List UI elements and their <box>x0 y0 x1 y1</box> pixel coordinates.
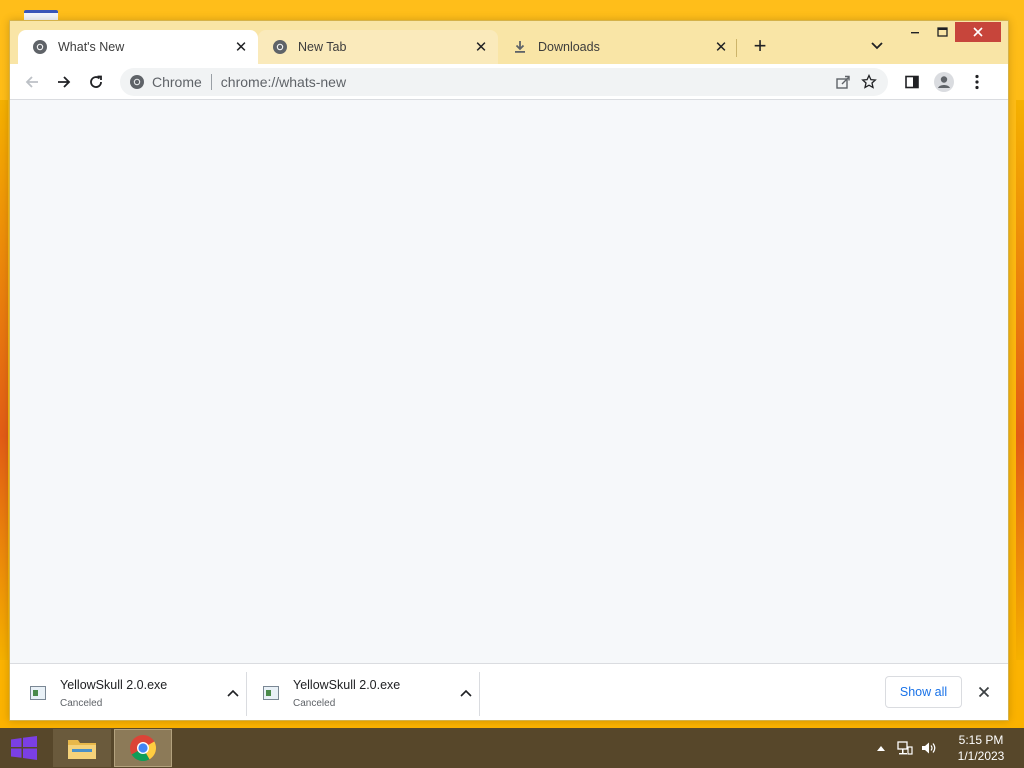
tab-strip: What's New ✕ New Tab ✕ Downloads ✕ + <box>10 21 1008 64</box>
system-clock[interactable]: 5:15 PM 1/1/2023 <box>950 732 1012 766</box>
omnibox-divider <box>210 74 212 90</box>
desktop-edge-right <box>1016 100 1024 660</box>
tab-search-chevron-icon[interactable] <box>868 37 886 55</box>
address-bar[interactable]: Chrome chrome://whats-new <box>120 68 888 96</box>
tab-downloads[interactable]: Downloads ✕ <box>498 30 738 64</box>
browser-toolbar: Chrome chrome://whats-new <box>10 64 1008 100</box>
chevron-up-icon[interactable] <box>455 682 477 704</box>
chrome-taskbar-button[interactable] <box>114 729 172 767</box>
taskbar: 5:15 PM 1/1/2023 <box>0 728 1024 768</box>
minimize-button[interactable] <box>901 22 929 42</box>
exe-file-icon <box>263 686 279 700</box>
tab-whats-new[interactable]: What's New ✕ <box>18 30 258 64</box>
close-tab-icon[interactable]: ✕ <box>712 38 730 56</box>
download-filename: YellowSkull 2.0.exe <box>293 677 401 692</box>
windows-start-icon[interactable] <box>0 728 48 768</box>
reload-button[interactable] <box>83 69 109 95</box>
tab-title: New Tab <box>298 40 347 54</box>
maximize-button[interactable] <box>928 22 956 42</box>
download-status: Canceled <box>60 697 103 709</box>
volume-icon[interactable] <box>920 739 938 757</box>
clock-time: 5:15 PM <box>958 733 1004 747</box>
share-icon[interactable] <box>830 69 856 95</box>
tab-title: Downloads <box>538 40 600 54</box>
page-content <box>10 100 1008 663</box>
menu-kebab-icon[interactable] <box>964 69 990 95</box>
forward-button[interactable] <box>51 69 77 95</box>
download-shelf: YellowSkull 2.0.exe Canceled YellowSkull… <box>10 663 1008 720</box>
chrome-icon <box>272 39 288 55</box>
download-status: Canceled <box>293 697 336 709</box>
download-separator <box>246 672 247 716</box>
close-tab-icon[interactable]: ✕ <box>472 38 490 56</box>
tab-separator <box>736 39 737 57</box>
file-explorer-taskbar-button[interactable] <box>53 729 111 767</box>
window-close-button[interactable] <box>955 22 1001 42</box>
url-text[interactable]: chrome://whats-new <box>221 74 830 90</box>
bookmark-star-icon[interactable] <box>856 69 882 95</box>
tab-new-tab[interactable]: New Tab ✕ <box>258 30 498 64</box>
download-icon <box>512 39 528 55</box>
browser-window: What's New ✕ New Tab ✕ Downloads ✕ + Chr… <box>9 20 1009 721</box>
side-panel-icon[interactable] <box>899 69 925 95</box>
show-all-downloads-button[interactable]: Show all <box>885 676 962 708</box>
chrome-icon <box>32 39 48 55</box>
download-item[interactable]: YellowSkull 2.0.exe Canceled <box>18 670 254 716</box>
exe-file-icon <box>30 686 46 700</box>
close-tab-icon[interactable]: ✕ <box>232 38 250 56</box>
tray-expand-icon[interactable] <box>872 739 890 757</box>
download-separator <box>479 672 480 716</box>
download-item[interactable]: YellowSkull 2.0.exe Canceled <box>251 670 487 716</box>
site-chip-label: Chrome <box>152 74 202 90</box>
close-shelf-icon[interactable] <box>972 680 996 704</box>
clock-date: 1/1/2023 <box>957 749 1005 763</box>
chevron-up-icon[interactable] <box>222 682 244 704</box>
download-filename: YellowSkull 2.0.exe <box>60 677 168 692</box>
network-icon[interactable] <box>896 739 914 757</box>
back-button[interactable] <box>19 69 45 95</box>
tab-title: What's New <box>58 40 125 54</box>
profile-avatar-icon[interactable] <box>931 69 957 95</box>
desktop-edge-left <box>0 100 8 660</box>
chrome-site-icon <box>128 73 146 91</box>
new-tab-button[interactable]: + <box>749 35 771 57</box>
